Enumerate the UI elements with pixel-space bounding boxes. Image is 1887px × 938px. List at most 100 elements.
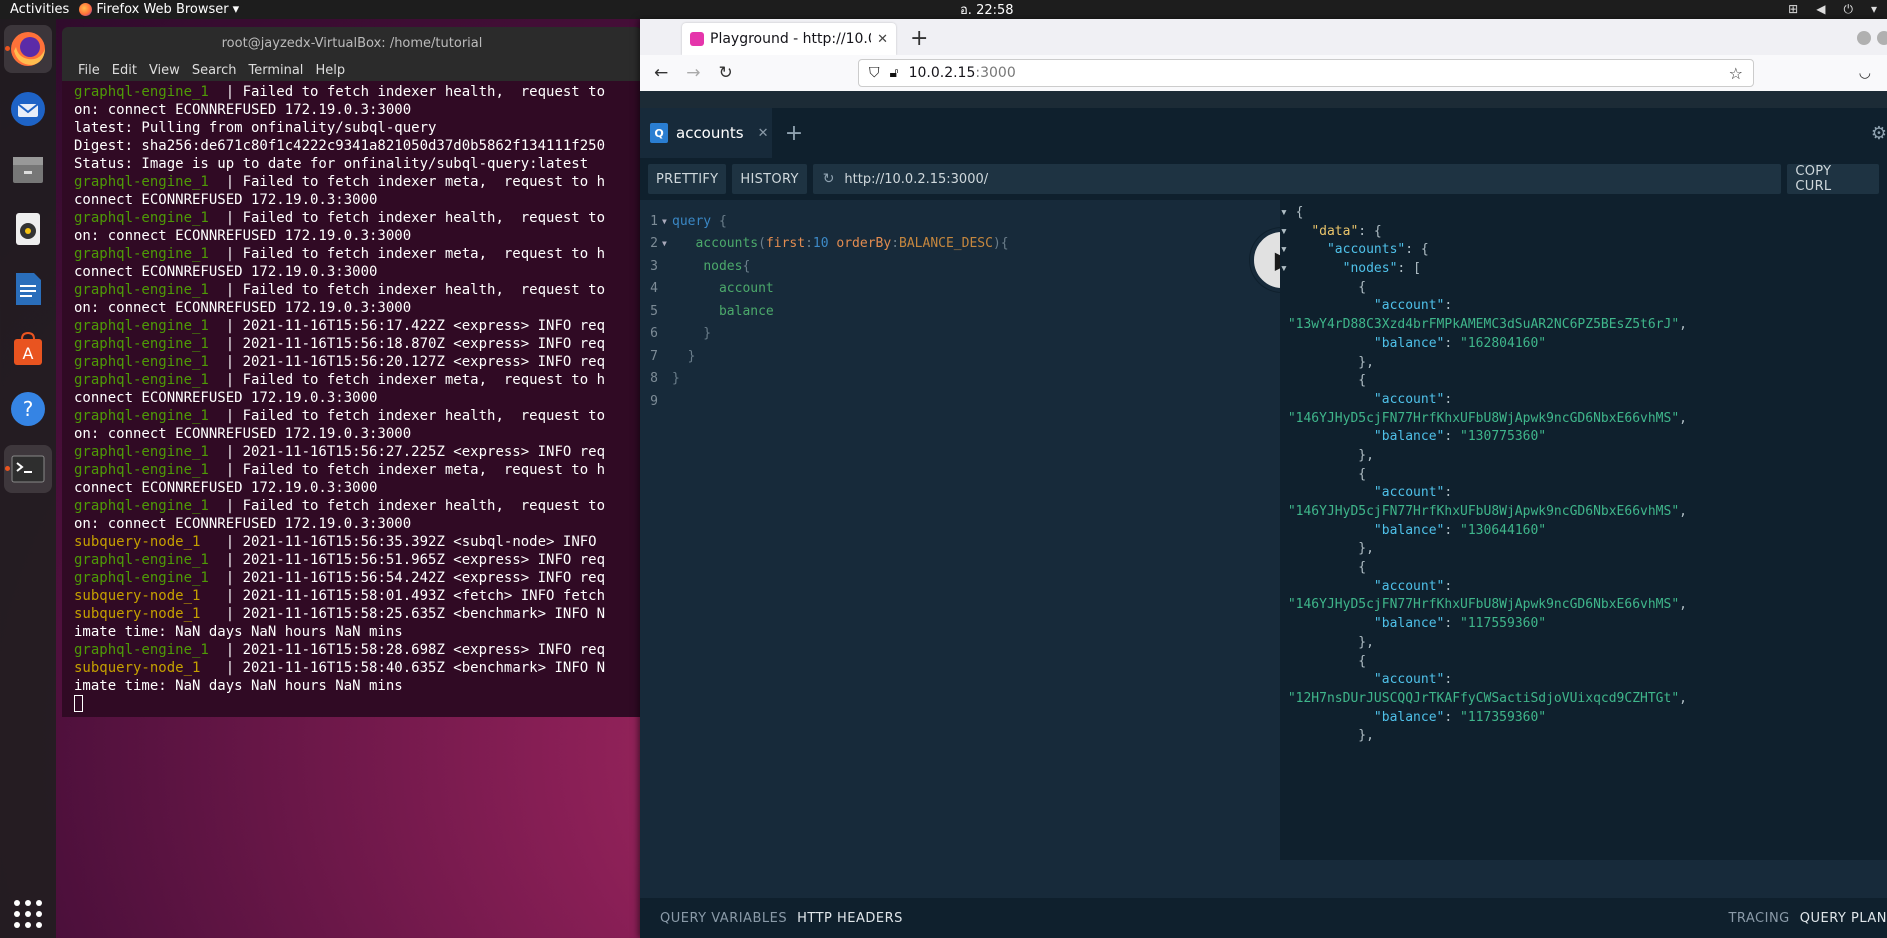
history-button[interactable]: HISTORY: [732, 164, 807, 194]
new-tab-icon[interactable]: +: [910, 26, 928, 51]
terminal-line: graphql-engine_1 | Failed to fetch index…: [74, 209, 642, 227]
terminal-line: graphql-engine_1 | 2021-11-16T15:56:20.1…: [74, 353, 642, 371]
menu-file[interactable]: File: [78, 63, 100, 78]
forward-icon[interactable]: →: [686, 63, 700, 83]
insecure-lock-icon[interactable]: 🔓︎: [890, 65, 899, 81]
fold-icon[interactable]: ▼: [662, 239, 672, 248]
firefox-window: Playground - http://10.0.2 ✕ + ← → ↻ ⛉ 🔓…: [640, 19, 1887, 938]
help-icon: ?: [11, 392, 45, 426]
add-tab-icon[interactable]: +: [772, 108, 816, 158]
activities-button[interactable]: Activities: [0, 2, 79, 17]
field-nodes: nodes: [703, 258, 743, 274]
line-number: 2: [650, 236, 658, 252]
volume-icon: ◀: [1816, 2, 1826, 16]
terminal-line: imate time: NaN days NaN hours NaN mins: [74, 623, 642, 641]
log-text: connect ECONNREFUSED 172.19.0.3:3000: [74, 390, 378, 406]
result-account-value: "146YJHyD5cjFN77HrfKhxUFbU8WjApwk9ncGD6N…: [1287, 410, 1680, 426]
editor-line: 3 nodes{: [640, 255, 1280, 278]
terminal-line: graphql-engine_1 | Failed to fetch index…: [74, 407, 642, 425]
terminal-line: graphql-engine_1 | Failed to fetch index…: [74, 83, 642, 101]
tracing-tab[interactable]: TRACING: [1728, 911, 1789, 926]
terminal-line: connect ECONNREFUSED 172.19.0.3:3000: [74, 479, 642, 497]
terminal-output[interactable]: graphql-engine_1 | Failed to fetch index…: [62, 81, 642, 714]
terminal-window[interactable]: root@jayzedx-VirtualBox: /home/tutorial …: [62, 27, 642, 717]
http-headers-tab[interactable]: HTTP HEADERS: [797, 911, 903, 926]
prettify-button[interactable]: PRETTIFY: [648, 164, 727, 194]
keyword-query: query: [672, 213, 712, 229]
line-number: 9: [650, 393, 658, 409]
log-separator: |: [200, 606, 243, 622]
dock-software[interactable]: A: [4, 325, 52, 373]
rhythmbox-icon: [16, 213, 40, 245]
editor-line: 8 }: [640, 368, 1280, 391]
menu-view[interactable]: View: [149, 63, 180, 78]
result-line: {: [1280, 653, 1367, 669]
terminal-line: subquery-node_1 | 2021-11-16T15:58:25.63…: [74, 605, 642, 623]
shield-icon[interactable]: ⛉: [869, 65, 880, 81]
query-editor[interactable]: 1 ▼ query { 2 ▼ accounts(first:10 orderBy:…: [640, 200, 1280, 860]
system-tray[interactable]: ⊞ ◀ ⏻ ▾: [1788, 2, 1877, 17]
result-key-balance: "balance": [1373, 429, 1445, 445]
log-separator: |: [208, 444, 243, 460]
dock-thunderbird[interactable]: [4, 85, 52, 133]
bookmark-star-icon[interactable]: ☆: [1729, 64, 1743, 83]
svg-text:?: ?: [23, 397, 34, 421]
query-plan-tab[interactable]: QUERY PLAN: [1800, 911, 1887, 926]
maximize-icon[interactable]: [1877, 31, 1887, 45]
dock-files[interactable]: [4, 145, 52, 193]
minimize-icon[interactable]: [1857, 31, 1871, 45]
log-separator: |: [208, 372, 243, 388]
back-icon[interactable]: ←: [654, 63, 668, 83]
menu-search[interactable]: Search: [192, 63, 237, 78]
menu-edit[interactable]: Edit: [112, 63, 137, 78]
line-number: 6: [650, 326, 658, 342]
dock-terminal[interactable]: [4, 445, 52, 493]
browser-tab[interactable]: Playground - http://10.0.2 ✕: [682, 23, 896, 55]
result-line: "account":: [1373, 672, 1453, 688]
dock-firefox[interactable]: [4, 25, 52, 73]
dock-rhythmbox[interactable]: [4, 205, 52, 253]
playground-tab-accounts[interactable]: Q accounts ✕: [640, 108, 772, 158]
result-viewer[interactable]: ▾ { ▾ "data": { ▾ "accounts": { ▾ "nodes…: [1280, 200, 1887, 860]
close-icon[interactable]: ✕: [758, 126, 769, 141]
result-line: "146YJHyD5cjFN77HrfKhxUFbU8WjApwk9ncGD6N…: [1287, 597, 1687, 613]
menu-help[interactable]: Help: [315, 63, 345, 78]
terminal-line: on: connect ECONNREFUSED 172.19.0.3:3000: [74, 425, 642, 443]
line-number: 5: [650, 303, 658, 319]
editor-line: 7 }: [640, 345, 1280, 368]
terminal-line: graphql-engine_1 | Failed to fetch index…: [74, 497, 642, 515]
log-text: on: connect ECONNREFUSED 172.19.0.3:3000: [74, 300, 412, 316]
editor-line: 5 balance: [640, 300, 1280, 323]
tab-strip: Playground - http://10.0.2 ✕ +: [640, 19, 1887, 55]
show-applications-icon[interactable]: [14, 900, 42, 928]
result-balance-value: "117359360": [1460, 709, 1547, 725]
clock[interactable]: อ. 22:58: [960, 0, 1014, 20]
thunderbird-icon: [11, 92, 45, 126]
log-text: Failed to fetch indexer health, request …: [242, 210, 606, 226]
terminal-line: connect ECONNREFUSED 172.19.0.3:3000: [74, 263, 642, 281]
query-variables-tab[interactable]: QUERY VARIABLES: [660, 911, 787, 926]
pocket-icon[interactable]: ◡: [1859, 65, 1871, 81]
copy-curl-button[interactable]: COPY CURL: [1787, 164, 1879, 194]
log-separator: |: [208, 174, 243, 190]
close-tab-icon[interactable]: ✕: [877, 32, 888, 47]
dock-help[interactable]: ?: [4, 385, 52, 433]
menu-terminal[interactable]: Terminal: [248, 63, 303, 78]
log-separator: |: [208, 318, 243, 334]
result-line: "account":: [1373, 578, 1453, 594]
log-source: graphql-engine_1: [74, 282, 209, 298]
result-key-data: "data": [1311, 223, 1359, 239]
app-menu[interactable]: Firefox Web Browser ▾: [79, 2, 239, 17]
dock-writer[interactable]: [4, 265, 52, 313]
terminal-line: graphql-engine_1 | Failed to fetch index…: [74, 461, 642, 479]
log-separator: |: [200, 534, 243, 550]
gear-icon[interactable]: ⚙: [1871, 108, 1887, 158]
reload-icon[interactable]: ↻: [719, 63, 733, 83]
playground-toolbar: PRETTIFY HISTORY ↻ http://10.0.2.15:3000…: [640, 158, 1887, 200]
log-text: Status: Image is up to date for onfinali…: [74, 156, 589, 172]
url-bar[interactable]: ⛉ 🔓︎ 10.0.2.15 :3000 ☆: [858, 59, 1754, 87]
fold-icon[interactable]: ▼: [662, 217, 672, 226]
log-separator: |: [208, 570, 243, 586]
reload-schema-icon[interactable]: ↻: [823, 171, 835, 187]
endpoint-input[interactable]: ↻ http://10.0.2.15:3000/: [812, 164, 1782, 194]
